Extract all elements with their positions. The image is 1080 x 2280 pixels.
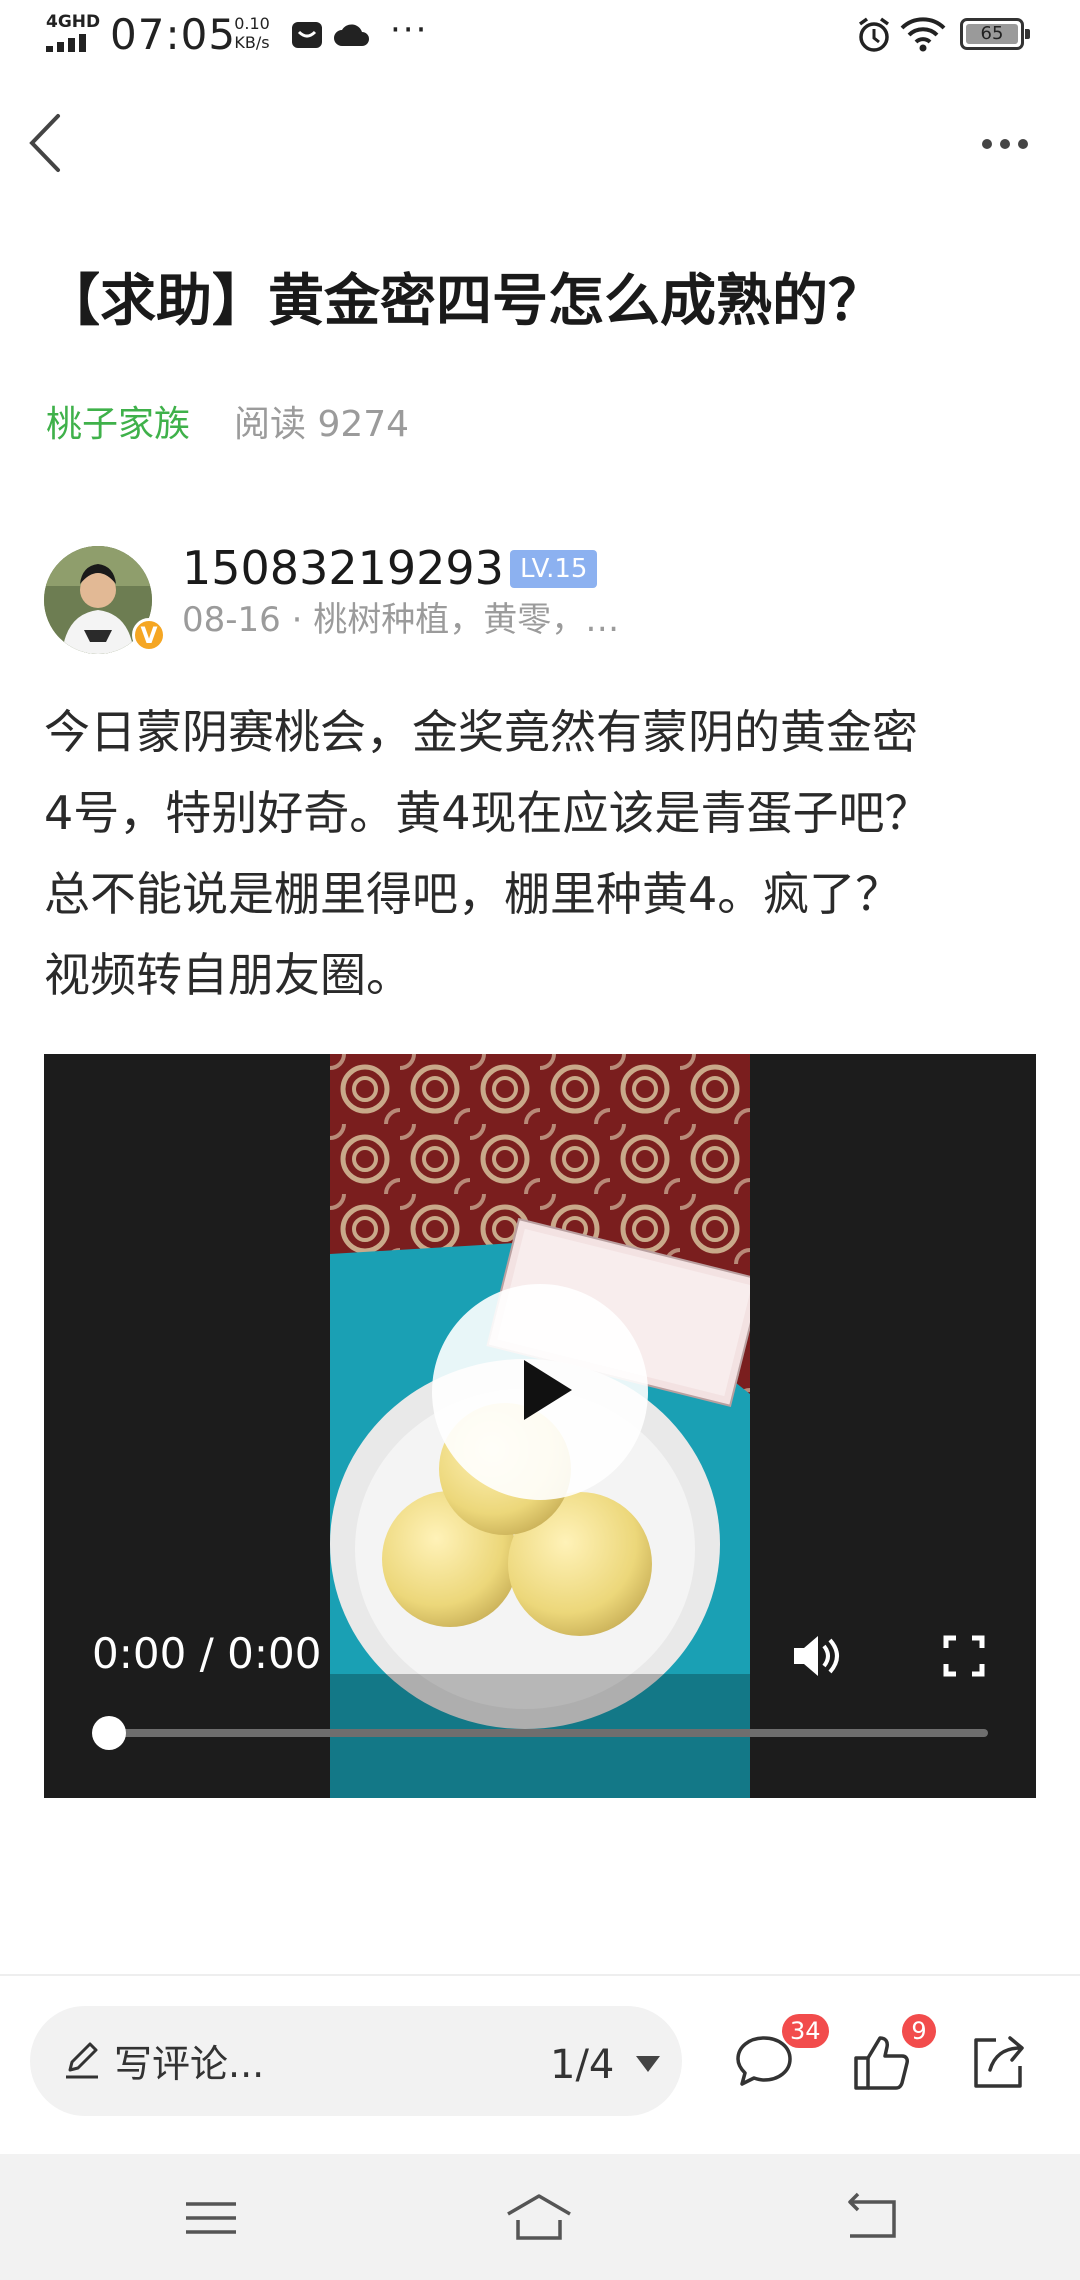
content-line: 今日蒙阴赛桃会，金奖竟然有蒙阴的黄金密 — [44, 705, 918, 759]
page-indicator[interactable]: 1/4 — [550, 2040, 614, 2090]
signal-icon — [46, 32, 98, 52]
pencil-icon — [66, 2042, 98, 2079]
author-name[interactable]: 15083219293 — [182, 536, 504, 600]
message-app-icon — [292, 22, 322, 48]
network-speed: 0.10 KB/s — [234, 14, 270, 52]
home-icon[interactable] — [504, 2190, 574, 2246]
cloud-icon — [334, 24, 369, 46]
clock: 07:05 — [110, 10, 237, 59]
share-icon[interactable] — [966, 2030, 1030, 2094]
alarm-icon — [858, 17, 890, 52]
post-content: 今日蒙阴赛桃会，金奖竟然有蒙阴的黄金密 4号，特别好奇。黄4现在应该是青蛋子吧？… — [44, 692, 1044, 1016]
volume-icon[interactable] — [790, 1632, 842, 1680]
wifi-icon — [900, 17, 946, 52]
read-count: 阅读 9274 — [234, 404, 410, 445]
more-notifications-icon: ··· — [390, 10, 429, 50]
back-nav-icon[interactable] — [836, 2190, 906, 2246]
like-count-badge: 9 — [902, 2014, 936, 2048]
content-line: 视频转自朋友圈。 — [44, 948, 412, 1002]
level-badge: LV.15 — [510, 550, 598, 588]
status-bar: 4GHD 07:05 0.10 KB/s ··· 65 — [0, 0, 1080, 72]
video-time: 0:00 / 0:00 — [92, 1629, 322, 1678]
network-type: 4GHD — [46, 12, 101, 32]
comment-count-badge: 34 — [782, 2014, 829, 2048]
forum-link[interactable]: 桃子家族 — [46, 404, 190, 445]
menu-icon[interactable] — [176, 2190, 246, 2246]
post-meta: 桃子家族 阅读 9274 — [46, 400, 409, 450]
chevron-down-icon[interactable] — [636, 2056, 660, 2072]
post-title: 【求助】黄金密四号怎么成熟的？ — [44, 269, 884, 334]
author-meta: 08-16 · 桃树种植，黄零，… — [182, 600, 620, 640]
battery-icon: 65 — [960, 18, 1030, 50]
verified-badge: V — [132, 618, 166, 652]
back-icon[interactable] — [20, 108, 76, 178]
more-horizontal-icon[interactable] — [970, 120, 1040, 170]
content-line: 总不能说是棚里得吧，棚里种黄4。疯了？ — [44, 867, 902, 921]
video-progress-handle[interactable] — [92, 1716, 126, 1750]
play-icon[interactable] — [432, 1284, 648, 1500]
comment-placeholder[interactable]: 写评论... — [114, 2036, 264, 2092]
video-progress-track[interactable] — [108, 1729, 988, 1737]
fullscreen-icon[interactable] — [942, 1634, 986, 1678]
content-line: 4号，特别好奇。黄4现在应该是青蛋子吧？ — [44, 786, 931, 840]
